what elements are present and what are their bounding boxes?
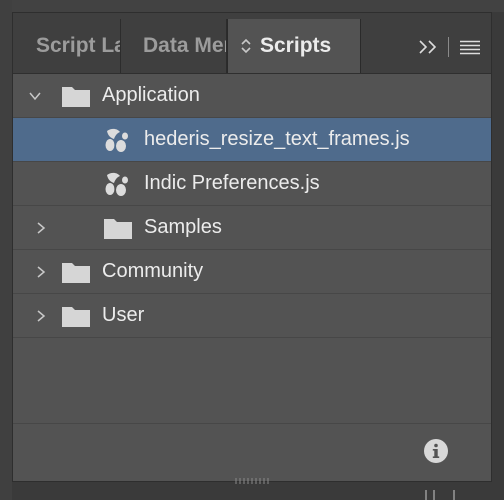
tab-scripts[interactable]: Scripts: [227, 19, 361, 73]
background-ruler-marks: [425, 490, 455, 500]
tree-item-label: Community: [102, 260, 204, 282]
tab-scripts-text: Scripts: [260, 34, 332, 57]
tree-item-label: Application: [102, 84, 200, 106]
panel-menu-icon[interactable]: [459, 39, 481, 55]
panel-controls: [418, 35, 481, 59]
chevron-right-icon[interactable]: [35, 266, 47, 278]
tree-item-community[interactable]: Community: [13, 250, 491, 294]
chevron-down-icon[interactable]: [29, 90, 41, 102]
info-icon[interactable]: [423, 438, 449, 464]
window-frame-left: [0, 0, 12, 500]
panel-footer: [13, 423, 491, 482]
scripts-tree: Application hederis_resize_text_frames.j…: [13, 74, 491, 410]
folder-icon: [62, 87, 90, 107]
tab-data-merge-text: Data Merge: [143, 34, 226, 57]
folder-icon: [62, 263, 90, 283]
tree-item-label: hederis_resize_text_frames.js: [144, 128, 410, 150]
script-icon: [105, 172, 128, 196]
tree-item-user[interactable]: User: [13, 294, 491, 338]
folder-icon: [62, 307, 90, 327]
tree-item-samples[interactable]: Samples: [13, 206, 491, 250]
tree-item-indic-preferences[interactable]: Indic Preferences.js: [13, 162, 491, 206]
tab-script-label-text: Script Label: [36, 34, 120, 57]
chevron-right-icon[interactable]: [35, 310, 47, 322]
double-chevron-icon[interactable]: [418, 39, 438, 55]
tree-item-hederis-script[interactable]: hederis_resize_text_frames.js: [13, 118, 491, 162]
tree-item-label: Indic Preferences.js: [144, 172, 320, 194]
panel-tab-bar: Script Label Data Merge Scripts: [13, 13, 491, 74]
chevron-right-icon[interactable]: [35, 222, 47, 234]
panel-controls-divider: [448, 37, 449, 57]
window-frame-top: [0, 0, 504, 12]
tab-reorder-icon: [241, 38, 251, 54]
script-icon: [105, 128, 128, 152]
tree-item-label: User: [102, 304, 145, 326]
folder-icon: [104, 219, 132, 239]
resize-grip-icon[interactable]: [232, 477, 272, 485]
scripts-panel: Script Label Data Merge Scripts: [12, 12, 492, 482]
tree-item-label: Samples: [144, 216, 222, 238]
tab-data-merge[interactable]: Data Merge: [121, 19, 227, 73]
tab-script-label[interactable]: Script Label: [13, 19, 121, 73]
tree-item-application[interactable]: Application: [13, 74, 491, 118]
